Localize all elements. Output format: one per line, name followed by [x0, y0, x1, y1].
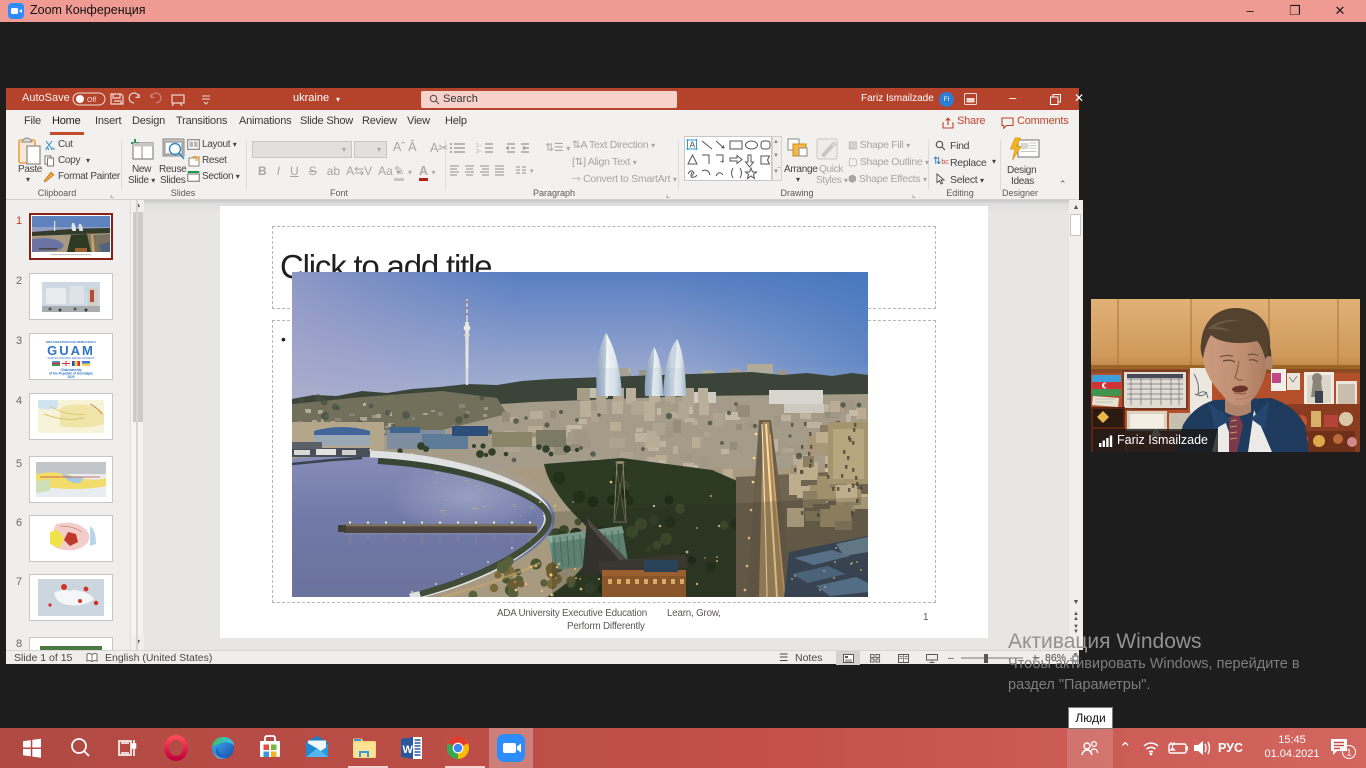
svg-text:AND ECONOMIC DEVELOPMENT: AND ECONOMIC DEVELOPMENT: [47, 356, 94, 360]
svg-text:Off: Off: [87, 97, 96, 104]
svg-text:2–: 2–: [476, 149, 482, 154]
svg-text:2020: 2020: [67, 375, 74, 379]
svg-text:W: W: [403, 744, 414, 756]
svg-text:1: 1: [1347, 748, 1352, 758]
svg-text:A: A: [690, 140, 696, 150]
svg-text:▾: ▾: [530, 168, 534, 175]
